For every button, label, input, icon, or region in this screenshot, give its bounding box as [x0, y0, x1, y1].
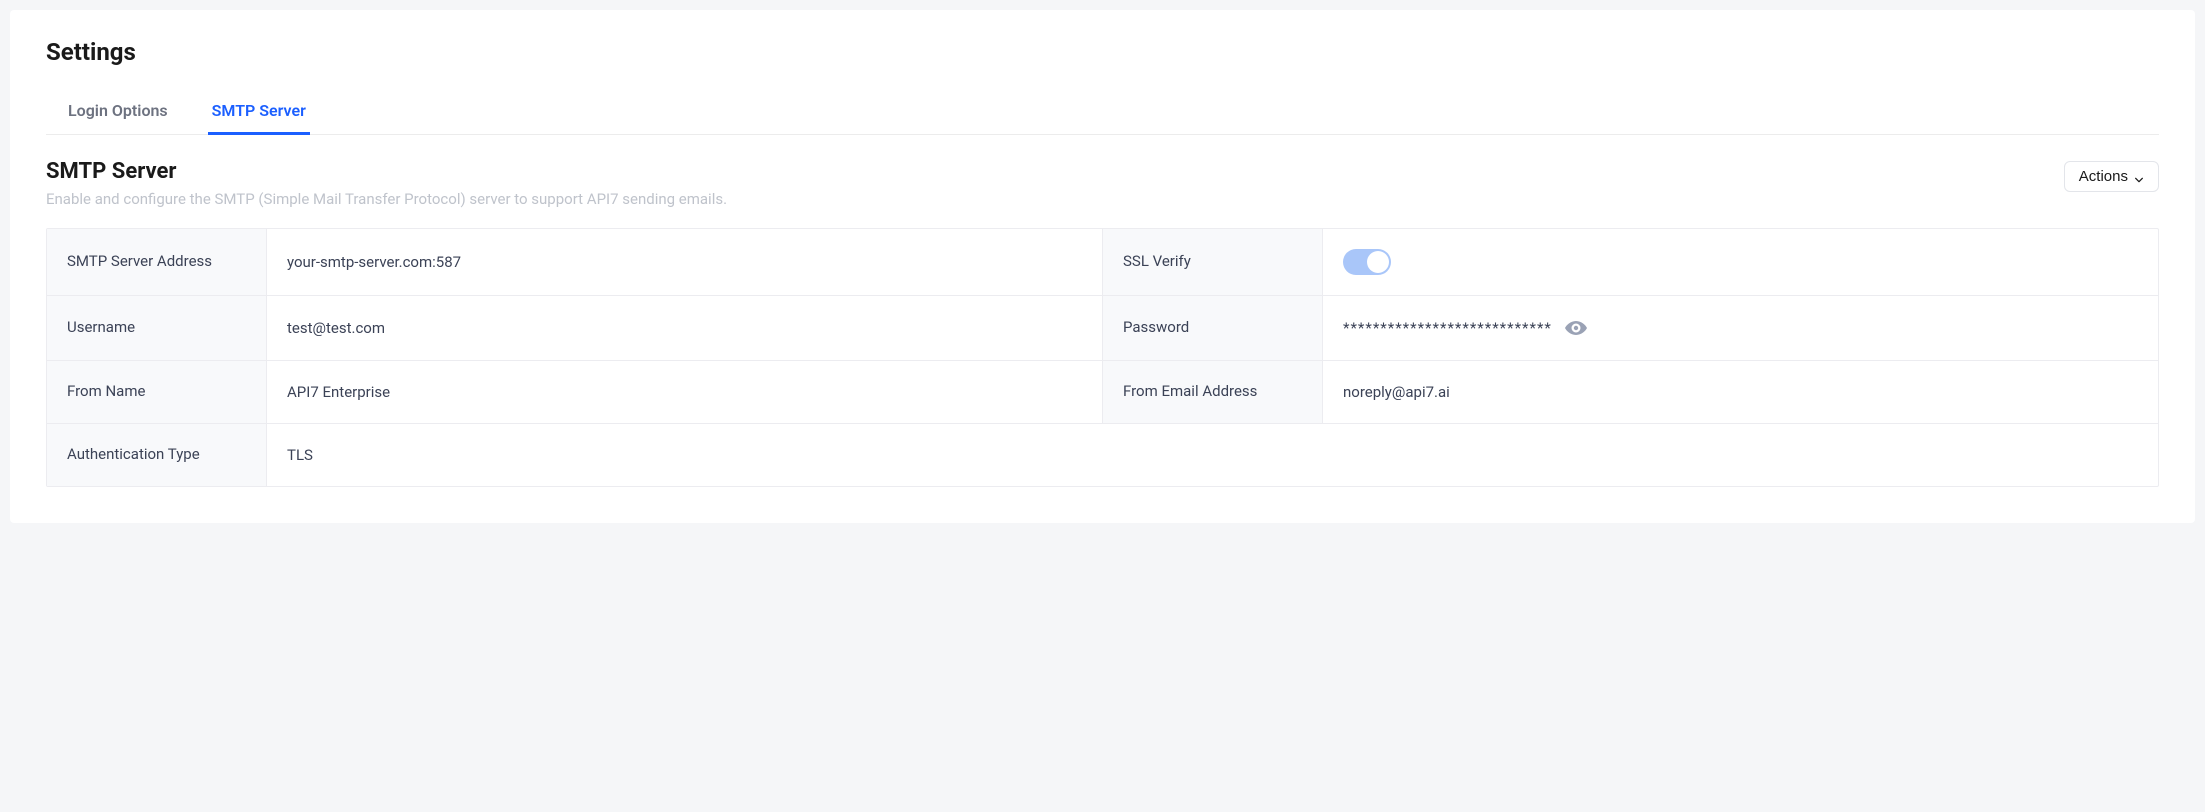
table-row: Username test@test.com Password ********…	[47, 296, 2158, 361]
toggle-knob	[1367, 251, 1389, 273]
settings-card: Settings Login Options SMTP Server SMTP …	[10, 10, 2195, 523]
tab-login-options[interactable]: Login Options	[64, 91, 172, 135]
from-name-label: From Name	[47, 361, 267, 423]
section-description: Enable and configure the SMTP (Simple Ma…	[46, 190, 2064, 208]
actions-button[interactable]: Actions	[2064, 161, 2159, 192]
chevron-down-icon	[2134, 172, 2144, 182]
ssl-verify-label: SSL Verify	[1103, 229, 1323, 295]
auth-type-value: TLS	[267, 424, 2158, 486]
smtp-details-table: SMTP Server Address your-smtp-server.com…	[46, 228, 2159, 487]
eye-icon[interactable]	[1564, 316, 1588, 340]
table-row: From Name API7 Enterprise From Email Add…	[47, 361, 2158, 424]
table-row: Authentication Type TLS	[47, 424, 2158, 486]
password-masked: ****************************	[1343, 319, 1552, 337]
ssl-verify-toggle[interactable]	[1343, 249, 1391, 275]
section-header: SMTP Server Enable and configure the SMT…	[46, 159, 2159, 208]
from-email-value: noreply@api7.ai	[1323, 361, 2158, 423]
password-value: ****************************	[1323, 296, 2158, 360]
smtp-address-value: your-smtp-server.com:587	[267, 229, 1103, 295]
page-title: Settings	[46, 38, 2159, 66]
username-label: Username	[47, 296, 267, 360]
section-title: SMTP Server	[46, 159, 2064, 184]
section-title-wrap: SMTP Server Enable and configure the SMT…	[46, 159, 2064, 208]
password-label: Password	[1103, 296, 1323, 360]
from-name-value: API7 Enterprise	[267, 361, 1103, 423]
from-email-label: From Email Address	[1103, 361, 1323, 423]
auth-type-label: Authentication Type	[47, 424, 267, 486]
tab-smtp-server[interactable]: SMTP Server	[208, 91, 310, 135]
table-row: SMTP Server Address your-smtp-server.com…	[47, 229, 2158, 296]
smtp-address-label: SMTP Server Address	[47, 229, 267, 295]
username-value: test@test.com	[267, 296, 1103, 360]
tabs: Login Options SMTP Server	[46, 90, 2159, 135]
ssl-verify-value	[1323, 229, 2158, 295]
actions-label: Actions	[2079, 168, 2128, 185]
